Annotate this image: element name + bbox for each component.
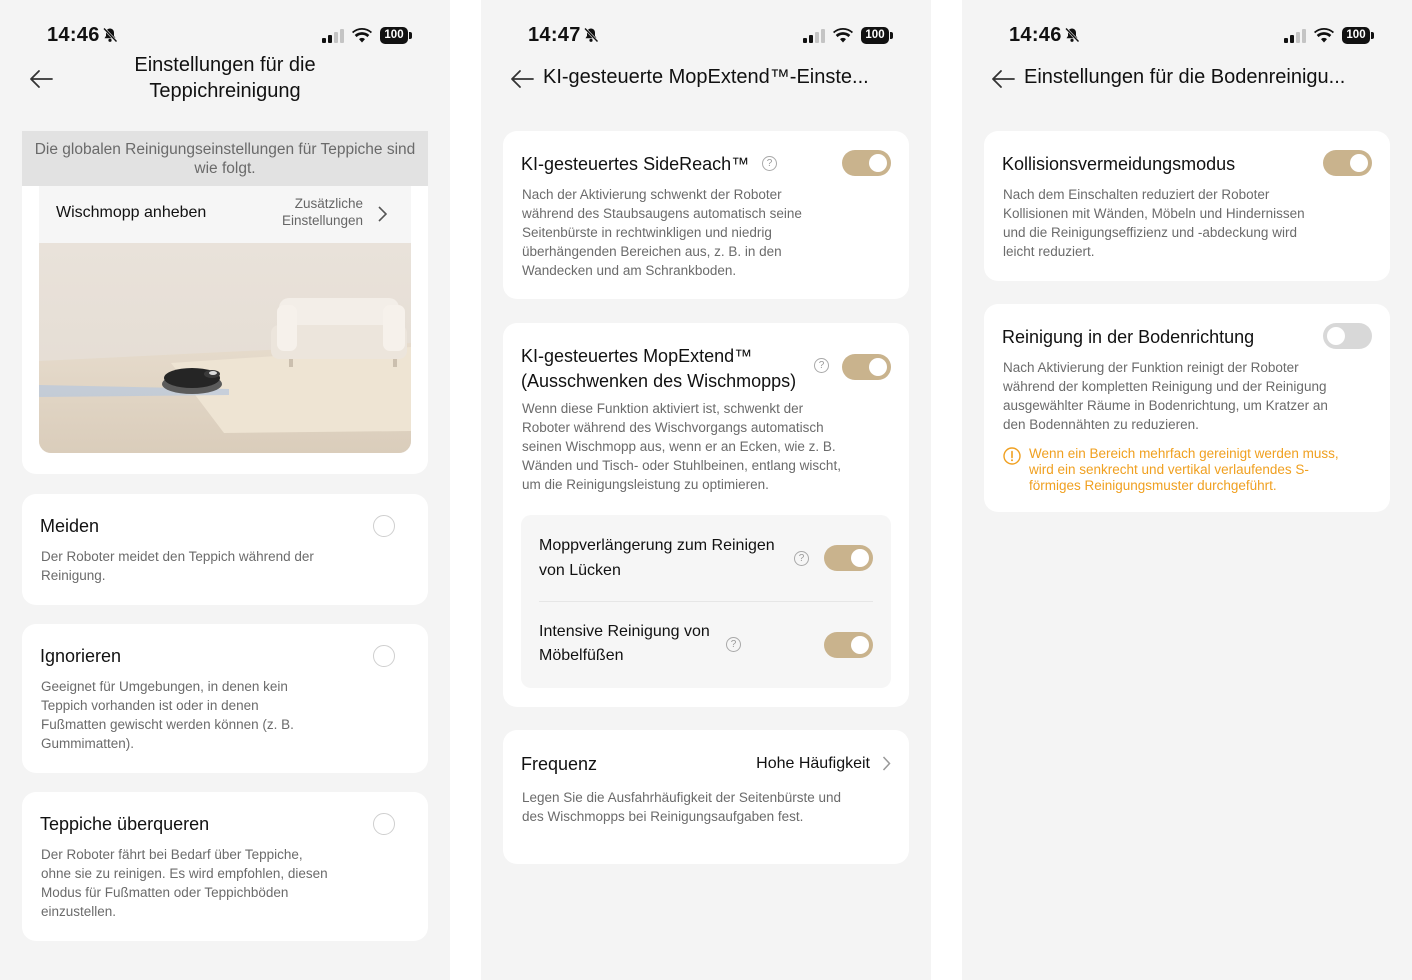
status-bar: 14:47 100	[481, 22, 931, 50]
collision-desc: Nach dem Einschalten reduziert der Robot…	[1003, 187, 1305, 259]
option-desc: Der Roboter fährt bei Bedarf über Teppic…	[41, 847, 328, 919]
option-cross-card[interactable]: Teppiche überqueren Der Roboter fährt be…	[22, 792, 428, 941]
collision-toggle[interactable]	[1323, 150, 1372, 176]
furniture-legs-label: Intensive Reinigung von Möbelfüßen	[539, 623, 710, 664]
wifi-icon	[833, 27, 853, 43]
wifi-icon	[1314, 27, 1334, 43]
divider	[539, 601, 873, 602]
frequency-desc: Legen Sie die Ausfahrhäufigkeit der Seit…	[522, 790, 841, 824]
mop-lift-value: Zusätzliche Einstellungen	[281, 196, 363, 228]
mopextend-desc: Wenn diese Funktion aktiviert ist, schwe…	[522, 401, 841, 492]
carpet-room-illustration	[39, 243, 411, 453]
bell-muted-icon	[584, 27, 599, 43]
page-title: Einstellungen für die Teppichreinigung	[134, 54, 316, 102]
bell-muted-icon	[1065, 27, 1080, 43]
help-icon[interactable]: ?	[726, 637, 741, 652]
option-desc: Der Roboter meidet den Teppich während d…	[41, 549, 314, 583]
carpet-settings-screen: 14:46 100 Einstellungen für die Teppichr…	[0, 0, 450, 980]
floor-direction-desc: Nach Aktivierung der Funktion reinigt de…	[1003, 360, 1328, 432]
furniture-legs-toggle[interactable]	[824, 632, 873, 658]
collision-title: Kollisionsvermeidungsmodus	[1002, 154, 1236, 174]
status-time: 14:47	[528, 24, 581, 46]
floor-direction-toggle[interactable]	[1323, 323, 1372, 349]
battery-icon: 100	[861, 27, 893, 44]
battery-icon: 100	[1342, 27, 1374, 44]
option-title: Ignorieren	[40, 646, 122, 666]
floor-cleaning-settings-screen: 14:46 100 Einstellungen für die Bodenrei…	[962, 0, 1412, 980]
status-time: 14:46	[47, 24, 100, 46]
gap-cleaning-toggle[interactable]	[824, 545, 873, 571]
info-banner: Die globalen Reinigungseinstellungen für…	[22, 131, 428, 186]
signal-icon	[1284, 29, 1306, 43]
option-title: Teppiche überqueren	[40, 814, 210, 834]
status-time: 14:46	[1009, 24, 1062, 46]
radio-cross[interactable]	[373, 813, 395, 835]
back-arrow-icon[interactable]	[509, 66, 535, 92]
help-icon[interactable]: ?	[762, 156, 777, 171]
back-arrow-icon[interactable]	[28, 66, 54, 92]
sidereach-desc: Nach der Aktivierung schwenkt der Robote…	[522, 187, 802, 278]
page-title: Einstellungen für die Bodenreinigu...	[1024, 66, 1346, 88]
floor-direction-title: Reinigung in der Bodenrichtung	[1002, 327, 1255, 347]
mopextend-toggle[interactable]	[842, 354, 891, 380]
mopextend-settings-screen: 14:47 100 KI-gesteuerte MopExtend™-Einst…	[481, 0, 931, 980]
floor-direction-card: Reinigung in der Bodenrichtung Nach Akti…	[984, 304, 1390, 512]
battery-icon: 100	[380, 27, 412, 44]
floor-direction-warning: Wenn ein Bereich mehrfach gereinigt werd…	[1029, 446, 1339, 493]
collision-card: Kollisionsvermeidungsmodus Nach dem Eins…	[984, 131, 1390, 281]
help-icon[interactable]: ?	[794, 551, 809, 566]
gap-cleaning-label: Moppverlängerung zum Reinigen von Lücken	[539, 537, 775, 579]
option-title: Meiden	[40, 516, 100, 536]
signal-icon	[803, 29, 825, 43]
signal-icon	[322, 29, 344, 43]
help-icon[interactable]: ?	[814, 358, 829, 373]
frequency-title: Frequenz	[521, 754, 598, 774]
mopextend-title: KI-gesteuertes MopExtend™ (Ausschwenken …	[521, 346, 797, 391]
sidereach-toggle[interactable]	[842, 150, 891, 176]
warning-icon	[1003, 447, 1021, 465]
status-bar: 14:46 100	[962, 22, 1412, 50]
back-arrow-icon[interactable]	[990, 66, 1016, 92]
frequency-value: Hohe Häufigkeit	[756, 755, 870, 772]
radio-ignore[interactable]	[373, 645, 395, 667]
mopextend-card: KI-gesteuertes MopExtend™ (Ausschwenken …	[503, 323, 909, 707]
mopextend-subsettings: Moppverlängerung zum Reinigen von Lücken…	[521, 515, 891, 688]
status-bar: 14:46 100	[0, 22, 450, 50]
mop-lift-row[interactable]: Wischmopp anheben Zusätzliche Einstellun…	[39, 186, 411, 243]
mop-lift-label: Wischmopp anheben	[56, 204, 207, 221]
option-ignore-card[interactable]: Ignorieren Geeignet für Umgebungen, in d…	[22, 624, 428, 773]
chevron-right-icon	[378, 206, 387, 222]
bell-muted-icon	[103, 27, 118, 43]
wifi-icon	[352, 27, 372, 43]
sidereach-card: KI-gesteuertes SideReach™ ? Nach der Akt…	[503, 131, 909, 299]
frequency-card[interactable]: Frequenz Hohe Häufigkeit Legen Sie die A…	[503, 730, 909, 864]
sidereach-title: KI-gesteuertes SideReach™	[521, 154, 750, 174]
radio-avoid[interactable]	[373, 515, 395, 537]
chevron-right-icon	[882, 756, 891, 771]
option-desc: Geeignet für Umgebungen, in denen kein T…	[41, 679, 294, 751]
option-avoid-card[interactable]: Meiden Der Roboter meidet den Teppich wä…	[22, 494, 428, 605]
page-title: KI-gesteuerte MopExtend™-Einste...	[543, 66, 869, 88]
